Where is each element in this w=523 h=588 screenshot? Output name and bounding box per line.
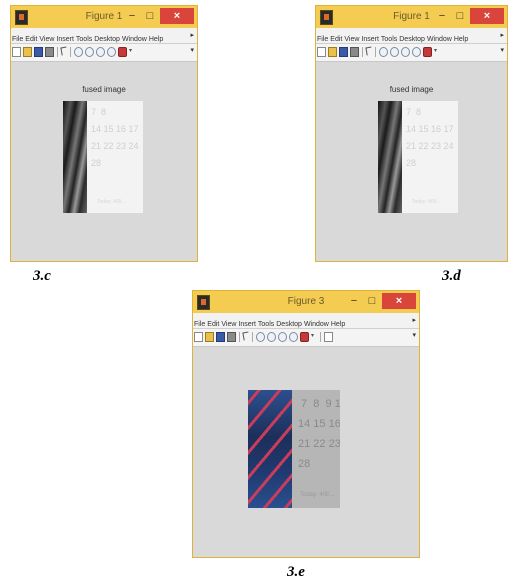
calendar-days: 7 8 14 15 16 17 21 22 23 24 28	[406, 107, 454, 168]
edit-plot-arrow-icon[interactable]	[365, 46, 373, 56]
caption-3e: 3.e	[287, 564, 305, 580]
toolbar-separator	[252, 332, 253, 342]
brush-dropdown-icon[interactable]: ▾	[129, 47, 135, 57]
zoom-in-icon[interactable]	[256, 332, 265, 342]
grayscale-image-region	[63, 101, 87, 213]
fused-image: 7 8 14 15 16 17 21 22 23 24 28 Today: 4/…	[63, 101, 143, 213]
figure-canvas: fused image 7 8 14 15 16 17 21 22 23 24 …	[11, 63, 197, 261]
maximize-button[interactable]: □	[365, 293, 379, 309]
save-icon[interactable]	[216, 332, 225, 342]
title-bar[interactable]: Figure 1 − □ ×	[316, 6, 507, 28]
pan-icon[interactable]	[96, 47, 105, 57]
toolbar-separator	[57, 47, 58, 57]
title-bar[interactable]: Figure 3 − □ ×	[193, 291, 419, 313]
close-button[interactable]: ×	[382, 293, 416, 309]
menu-bar: File Edit View Insert Tools Desktop Window Help…	[11, 28, 197, 44]
menu-overflow-icon[interactable]: ▸	[190, 28, 194, 43]
minimize-button[interactable]: −	[125, 8, 139, 24]
edit-plot-arrow-icon[interactable]	[242, 331, 250, 341]
save-icon[interactable]	[34, 47, 43, 57]
menu-bar: File Edit View Insert Tools Desktop Window Help…	[316, 28, 507, 44]
color-image-region	[248, 390, 292, 508]
figure-window-d: Figure 1 − □ × File Edit View Insert Tools De…	[315, 5, 508, 262]
open-file-icon[interactable]	[205, 332, 214, 342]
toolbar-separator	[70, 47, 71, 57]
axes-title: fused image	[82, 85, 126, 94]
zoom-out-icon[interactable]	[390, 47, 399, 57]
print-icon[interactable]	[227, 332, 236, 342]
calendar-footer: Today: 4/9/...	[97, 199, 126, 205]
calendar-days: 7 8 14 15 16 17 21 22 23 24 28	[91, 107, 139, 168]
open-file-icon[interactable]	[23, 47, 32, 57]
rotate-3d-icon[interactable]	[412, 47, 421, 57]
grayscale-image-region	[378, 101, 402, 213]
zoom-out-icon[interactable]	[85, 47, 94, 57]
minimize-button[interactable]: −	[347, 293, 361, 309]
pan-icon[interactable]	[278, 332, 287, 342]
rotate-3d-icon[interactable]	[107, 47, 116, 57]
brush-dropdown-icon[interactable]: ▾	[311, 332, 317, 342]
toolbar-separator	[239, 332, 240, 342]
rotate-3d-icon[interactable]	[289, 332, 298, 342]
calendar-days: 7 8 9 10 14 15 16 17 21 22 23 24 28	[298, 398, 340, 470]
figure-canvas: 7 8 9 10 14 15 16 17 21 22 23 24 28 Toda…	[193, 348, 419, 557]
caption-3c: 3.c	[33, 268, 51, 284]
figure-window-e: Figure 3 − □ × File Edit View Insert Tools De…	[192, 290, 420, 558]
new-figure-icon[interactable]	[194, 332, 203, 342]
data-brush-icon[interactable]	[118, 47, 127, 57]
menu-bar: File Edit View Insert Tools Desktop Window Help…	[193, 313, 419, 329]
calendar-image-region: 7 8 14 15 16 17 21 22 23 24 28 Today: 4/…	[402, 101, 458, 213]
zoom-in-icon[interactable]	[379, 47, 388, 57]
minimize-button[interactable]: −	[435, 8, 449, 24]
menu-overflow-icon[interactable]: ▸	[412, 313, 416, 328]
edit-plot-arrow-icon[interactable]	[60, 46, 68, 56]
data-brush-icon[interactable]	[300, 332, 309, 342]
calendar-footer: Today: 4/9/...	[300, 492, 335, 498]
menu-overflow-icon[interactable]: ▸	[500, 28, 504, 43]
zoom-out-icon[interactable]	[267, 332, 276, 342]
print-icon[interactable]	[350, 47, 359, 57]
toolbar-separator	[320, 332, 321, 342]
toolbar: ▾ ▾	[193, 329, 419, 347]
fused-image: 7 8 14 15 16 17 21 22 23 24 28 Today: 4/…	[378, 101, 458, 213]
caption-3d: 3.d	[442, 268, 461, 284]
toolbar-overflow-icon[interactable]: ▾	[500, 46, 504, 54]
zoom-in-icon[interactable]	[74, 47, 83, 57]
close-button[interactable]: ×	[470, 8, 504, 24]
maximize-button[interactable]: □	[143, 8, 157, 24]
close-button[interactable]: ×	[160, 8, 194, 24]
calendar-footer: Today: 4/9/...	[412, 199, 441, 205]
toolbar-overflow-icon[interactable]: ▾	[412, 331, 416, 339]
new-figure-icon[interactable]	[12, 47, 21, 57]
toolbar-separator	[375, 47, 376, 57]
fused-image: 7 8 9 10 14 15 16 17 21 22 23 24 28 Toda…	[248, 390, 340, 508]
data-brush-icon[interactable]	[423, 47, 432, 57]
toolbar-separator	[362, 47, 363, 57]
title-bar[interactable]: Figure 1 − □ ×	[11, 6, 197, 28]
print-icon[interactable]	[45, 47, 54, 57]
toolbar: ▾ ▾	[11, 44, 197, 62]
save-icon[interactable]	[339, 47, 348, 57]
figure-window-c: Figure 1 − □ × File Edit View Insert Tools De…	[10, 5, 198, 262]
open-file-icon[interactable]	[328, 47, 337, 57]
calendar-image-region: 7 8 14 15 16 17 21 22 23 24 28 Today: 4/…	[87, 101, 143, 213]
plot-tools-icon[interactable]	[324, 332, 333, 342]
maximize-button[interactable]: □	[453, 8, 467, 24]
axes-title: fused image	[389, 85, 434, 94]
pan-icon[interactable]	[401, 47, 410, 57]
new-figure-icon[interactable]	[317, 47, 326, 57]
brush-dropdown-icon[interactable]: ▾	[434, 47, 440, 57]
toolbar: ▾ ▾	[316, 44, 507, 62]
calendar-image-region: 7 8 9 10 14 15 16 17 21 22 23 24 28 Toda…	[292, 390, 340, 508]
toolbar-overflow-icon[interactable]: ▾	[190, 46, 194, 54]
figure-canvas: fused image 7 8 14 15 16 17 21 22 23 24 …	[316, 63, 507, 261]
